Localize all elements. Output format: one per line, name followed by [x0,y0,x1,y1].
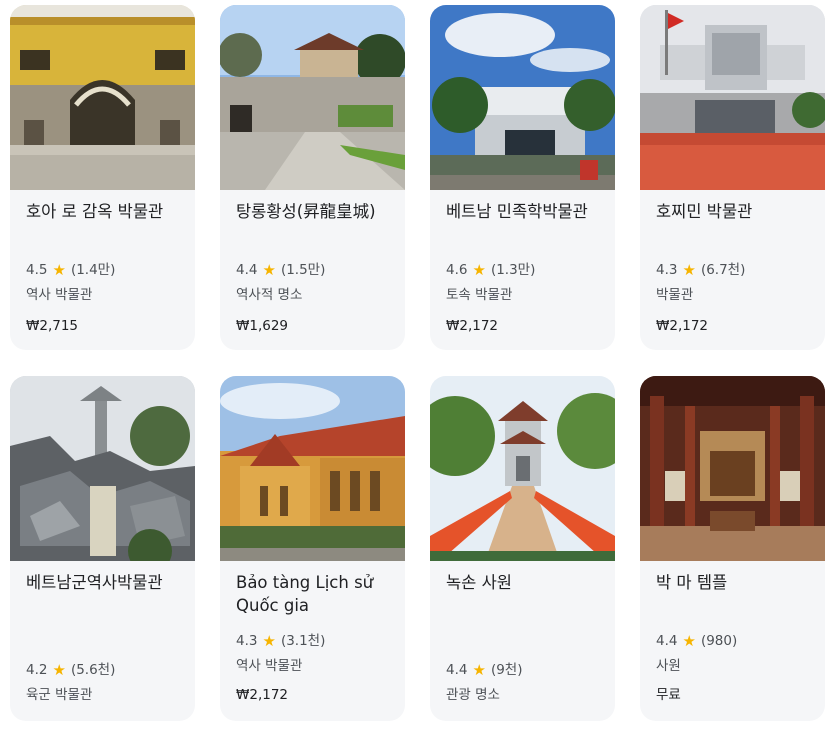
rating-row: 4.2 ★ (5.6천) [26,661,185,679]
rating-value: 4.5 [26,262,48,278]
place-category: 역사적 명소 [236,287,303,303]
place-title: Bảo tàng Lịch sử Quốc gia [236,573,374,615]
review-count: (9천) [490,662,523,678]
star-icon: ★ [682,632,696,650]
place-category: 박물관 [656,287,694,303]
place-category: 토속 박물관 [446,287,513,303]
place-card-bach-ma-temple[interactable]: 박 마 템플 4.4 ★ (980) 사원 무료 [640,376,825,721]
rating-row: 4.4 ★ (980) [656,632,815,650]
ho-chi-minh-museum-photo [640,5,825,190]
admission-price: ₩1,629 [236,318,288,334]
rating-row: 4.3 ★ (6.7천) [656,261,815,279]
star-icon: ★ [682,261,696,279]
admission-price: ₩2,715 [26,318,78,334]
review-count: (1.4만) [70,262,116,278]
place-category: 사원 [656,658,681,674]
rating-value: 4.6 [446,262,468,278]
rating-row: 4.4 ★ (1.5만) [236,261,395,279]
review-count: (1.3만) [490,262,536,278]
place-category: 육군 박물관 [26,687,93,703]
rating-value: 4.4 [656,633,678,649]
review-count: (3.1천) [280,633,326,649]
military-history-museum-photo [10,376,195,561]
hoa-lo-prison-photo [10,5,195,190]
rating-row: 4.3 ★ (3.1천) [236,632,395,650]
place-card-ho-chi-minh-museum[interactable]: 호찌민 박물관 4.3 ★ (6.7천) 박물관 ₩2,172 [640,5,825,350]
thang-long-citadel-photo [220,5,405,190]
star-icon: ★ [52,661,66,679]
rating-row: 4.6 ★ (1.3만) [446,261,605,279]
star-icon: ★ [472,661,486,679]
place-title: 베트남군역사박물관 [26,573,163,592]
rating-value: 4.2 [26,662,48,678]
admission-price: 무료 [656,687,681,703]
star-icon: ★ [262,632,276,650]
bach-ma-temple-photo [640,376,825,561]
place-card-hoa-lo[interactable]: 호아 로 감옥 박물관 4.5 ★ (1.4만) 역사 박물관 ₩2,715 [10,5,195,350]
place-card-military-history-museum[interactable]: 베트남군역사박물관 4.2 ★ (5.6천) 육군 박물관 [10,376,195,721]
review-count: (6.7천) [700,262,746,278]
place-title: 탕롱황성(昇龍皇城) [236,202,376,221]
ethnology-museum-photo [430,5,615,190]
place-title: 호찌민 박물관 [656,202,753,221]
rating-row: 4.5 ★ (1.4만) [26,261,185,279]
place-card-ngoc-son-temple[interactable]: 녹손 사원 4.4 ★ (9천) 관광 명소 [430,376,615,721]
star-icon: ★ [52,261,66,279]
ngoc-son-temple-photo [430,376,615,561]
star-icon: ★ [472,261,486,279]
place-category: 역사 박물관 [236,658,303,674]
rating-value: 4.3 [656,262,678,278]
star-icon: ★ [262,261,276,279]
admission-price: ₩2,172 [236,687,288,703]
review-count: (5.6천) [70,662,116,678]
place-card-national-history-museum[interactable]: Bảo tàng Lịch sử Quốc gia 4.3 ★ (3.1천) 역… [220,376,405,721]
place-card-thang-long[interactable]: 탕롱황성(昇龍皇城) 4.4 ★ (1.5만) 역사적 명소 ₩1,629 [220,5,405,350]
review-count: (1.5만) [280,262,326,278]
rating-value: 4.4 [446,662,468,678]
national-history-museum-photo [220,376,405,561]
place-card-ethnology-museum[interactable]: 베트남 민족학박물관 4.6 ★ (1.3만) 토속 박물관 ₩2,172 [430,5,615,350]
place-title: 박 마 템플 [656,573,728,592]
place-title: 호아 로 감옥 박물관 [26,202,164,221]
admission-price: ₩2,172 [446,318,498,334]
rating-value: 4.3 [236,633,258,649]
rating-row: 4.4 ★ (9천) [446,661,605,679]
place-category: 관광 명소 [446,687,500,703]
review-count: (980) [700,633,738,649]
place-title: 베트남 민족학박물관 [446,202,588,221]
admission-price: ₩2,172 [656,318,708,334]
place-title: 녹손 사원 [446,573,512,592]
rating-value: 4.4 [236,262,258,278]
place-category: 역사 박물관 [26,287,93,303]
